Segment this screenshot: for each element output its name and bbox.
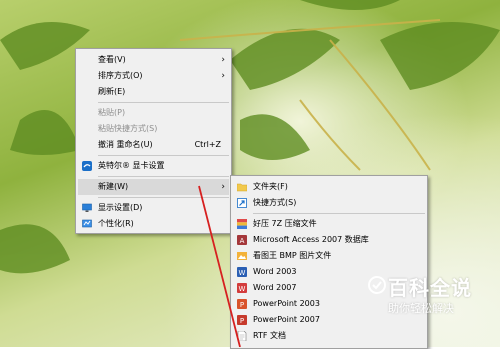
svg-text:P: P [240,317,244,325]
menu-item-sort-by[interactable]: 排序方式(O) › [78,68,229,84]
submenu-item-rtf-document[interactable]: RTF 文档 [233,328,425,344]
submenu-item-folder[interactable]: 文件夹(F) [233,179,425,195]
menu-item-label: 查看(V) [98,55,126,64]
new-submenu: 文件夹(F) 快捷方式(S) 好压 7Z 压缩文件 A Microsoft Ac… [230,175,428,349]
submenu-item-label: 好压 7Z 压缩文件 [253,219,317,228]
chevron-right-icon: › [221,71,225,81]
watermark: 百科全说 助你轻松解决 [368,270,486,322]
submenu-item-label: Word 2003 [253,267,297,276]
powerpoint-icon: P [237,315,247,325]
submenu-item-shortcut[interactable]: 快捷方式(S) [233,195,425,211]
menu-separator [98,197,229,198]
menu-separator [98,155,229,156]
submenu-item-label: 看图王 BMP 图片文件 [253,251,332,260]
submenu-item-bmp-image[interactable]: 看图王 BMP 图片文件 [233,248,425,264]
svg-text:P: P [240,301,244,309]
intel-graphics-icon [82,161,92,171]
submenu-item-access-database[interactable]: A Microsoft Access 2007 数据库 [233,232,425,248]
chevron-right-icon: › [221,55,225,65]
menu-item-intel-graphics-settings[interactable]: 英特尔® 显卡设置 [78,158,229,174]
menu-item-label: 新建(W) [98,182,129,191]
image-icon [237,252,247,260]
context-menu: 查看(V) › 排序方式(O) › 刷新(E) 粘贴(P) 粘贴快捷方式(S) … [75,48,232,234]
svg-text:A: A [240,237,245,245]
watermark-logo-icon [368,276,386,294]
submenu-item-label: PowerPoint 2003 [253,299,320,308]
menu-item-undo-rename[interactable]: 撤消 重命名(U) Ctrl+Z [78,137,229,153]
menu-separator [98,102,229,103]
word-icon: W [237,283,247,293]
menu-item-label: 个性化(R) [98,219,134,228]
menu-item-label: 排序方式(O) [98,71,143,80]
chevron-right-icon: › [221,182,225,192]
submenu-item-label: 快捷方式(S) [253,198,297,207]
submenu-item-label: PowerPoint 2007 [253,315,320,324]
menu-item-label: 显示设置(D) [98,203,143,212]
menu-item-label: 粘贴(P) [98,108,126,117]
menu-item-label: 英特尔® 显卡设置 [98,161,165,170]
word-icon: W [237,267,247,277]
menu-separator [253,213,425,214]
menu-item-label: 粘贴快捷方式(S) [98,124,158,133]
display-icon [82,203,92,212]
watermark-title: 百科全说 [388,276,472,300]
svg-text:W: W [239,269,246,277]
personalize-icon [82,219,92,228]
menu-separator [98,176,229,177]
submenu-item-label: Microsoft Access 2007 数据库 [253,235,369,244]
folder-icon [237,183,247,192]
document-icon [237,331,247,341]
menu-item-view[interactable]: 查看(V) › [78,52,229,68]
menu-item-label: 撤消 重命名(U) [98,140,153,149]
submenu-item-label: Word 2007 [253,283,297,292]
submenu-item-label: RTF 文档 [253,331,287,340]
menu-item-personalize[interactable]: 个性化(R) [78,216,229,232]
menu-item-paste-shortcut[interactable]: 粘贴快捷方式(S) [78,121,229,137]
powerpoint-icon: P [237,299,247,309]
access-icon: A [237,235,247,245]
submenu-item-label: 文件夹(F) [253,182,288,191]
menu-item-paste[interactable]: 粘贴(P) [78,105,229,121]
menu-item-shortcut: Ctrl+Z [194,140,221,149]
archive-icon [237,219,247,229]
menu-item-new[interactable]: 新建(W) › [78,179,229,195]
svg-text:W: W [239,285,246,293]
menu-item-label: 刷新(E) [98,87,126,96]
watermark-subtitle: 助你轻松解决 [388,302,454,315]
shortcut-icon [237,198,247,208]
menu-item-refresh[interactable]: 刷新(E) [78,84,229,100]
menu-item-display-settings[interactable]: 显示设置(D) [78,200,229,216]
submenu-item-7z-archive[interactable]: 好压 7Z 压缩文件 [233,216,425,232]
